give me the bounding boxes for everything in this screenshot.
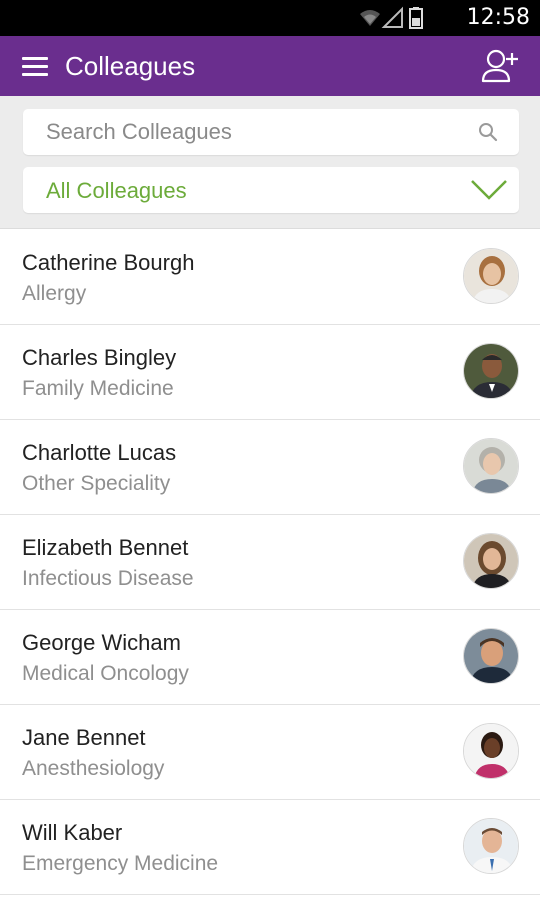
list-item[interactable]: Jane Bennet Anesthesiology: [0, 705, 540, 800]
search-box: [23, 109, 519, 155]
list-item[interactable]: Elizabeth Bennet Infectious Disease: [0, 515, 540, 610]
search-icon[interactable]: [477, 121, 499, 143]
menu-button[interactable]: [14, 48, 54, 84]
avatar: [463, 343, 519, 399]
colleague-name: Charlotte Lucas: [22, 440, 177, 465]
signal-icon: [381, 6, 403, 28]
chevron-down-icon: [471, 180, 507, 200]
list-item[interactable]: George Wicham Medical Oncology: [0, 610, 540, 705]
colleague-specialty: Infectious Disease: [22, 567, 194, 590]
hamburger-menu-icon: [22, 57, 48, 60]
app-bar: Colleagues: [0, 36, 540, 96]
colleague-name: Elizabeth Bennet: [22, 535, 189, 560]
list-item[interactable]: Will Kaber Emergency Medicine: [0, 800, 540, 895]
avatar: [463, 628, 519, 684]
colleague-specialty: Other Speciality: [22, 472, 171, 495]
avatar: [463, 248, 519, 304]
colleague-name: Jane Bennet: [22, 725, 146, 750]
search-input[interactable]: [23, 109, 463, 155]
avatar: [463, 723, 519, 779]
avatar: [463, 818, 519, 874]
colleague-specialty: Anesthesiology: [22, 757, 165, 780]
colleague-name: Charles Bingley: [22, 345, 177, 370]
colleague-name: Catherine Bourgh: [22, 250, 195, 275]
page-title: Colleagues: [65, 51, 196, 81]
colleague-specialty: Allergy: [22, 282, 87, 305]
battery-icon: [409, 7, 423, 29]
clock: 12:58: [466, 5, 530, 30]
colleague-specialty: Family Medicine: [22, 377, 174, 400]
colleague-list: Catherine Bourgh Allergy Charles Bingley…: [0, 230, 540, 895]
list-item[interactable]: Charlotte Lucas Other Speciality: [0, 420, 540, 515]
colleague-specialty: Emergency Medicine: [22, 852, 219, 875]
colleague-specialty: Medical Oncology: [22, 662, 189, 685]
status-bar: 12:58: [0, 0, 540, 36]
list-item[interactable]: Charles Bingley Family Medicine: [0, 325, 540, 420]
avatar: [463, 438, 519, 494]
wifi-icon: [360, 10, 380, 26]
add-colleague-button[interactable]: [480, 46, 524, 86]
add-person-icon: [481, 49, 518, 83]
filter-selected-value: All Colleagues: [46, 178, 187, 203]
filter-area: All Colleagues: [0, 96, 540, 229]
status-icons: [360, 6, 423, 29]
colleague-name: Will Kaber: [22, 820, 123, 845]
colleague-name: George Wicham: [22, 630, 181, 655]
avatar: [463, 533, 519, 589]
colleague-filter-dropdown[interactable]: All Colleagues: [23, 167, 519, 213]
list-item[interactable]: Catherine Bourgh Allergy: [0, 230, 540, 325]
